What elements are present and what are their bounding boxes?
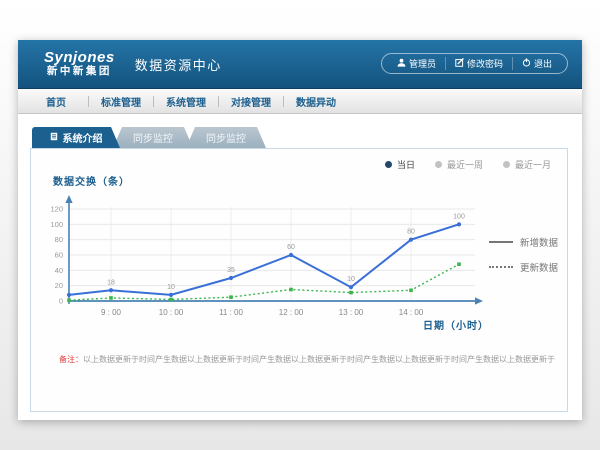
chart-legend: 新增数据 更新数据 [489,235,558,285]
tab-sync-monitor-2[interactable]: 同步监控 [186,127,266,148]
legend-label: 新增数据 [520,235,558,249]
edit-icon [455,58,464,69]
nav-item-system-mgmt[interactable]: 系统管理 [154,94,218,109]
change-password-button[interactable]: 修改密码 [445,57,512,70]
svg-text:0: 0 [59,297,63,306]
nav-item-home[interactable]: 首页 [24,94,88,109]
radio-label: 最近一月 [515,158,551,171]
admin-user-button[interactable]: 管理员 [388,57,445,70]
page-title: 数据资源中心 [135,55,222,74]
svg-text:10: 10 [167,284,175,291]
nav-item-interface-mgmt[interactable]: 对接管理 [219,94,283,109]
svg-text:40: 40 [55,266,63,275]
tab-label: 系统介绍 [63,130,103,145]
tab-bar: 系统介绍 同步监控 同步监控 [32,127,266,148]
svg-text:80: 80 [55,235,63,244]
radio-today[interactable]: 当日 [385,158,415,171]
radio-last-month[interactable]: 最近一月 [503,158,551,171]
logout-label: 退出 [534,57,552,70]
svg-text:18: 18 [107,279,115,286]
radio-dot-icon [435,161,442,168]
date-range-filter: 当日 最近一周 最近一月 [385,158,551,171]
tab-label: 同步监控 [133,130,173,145]
app-header: Synjones 新中新集团 数据资源中心 管理员 修改密码 退出 [18,40,582,89]
content-panel: 当日 最近一周 最近一月 数据交换（条） 0204060801001209 : … [30,148,568,412]
main-nav: 首页 标准管理 系统管理 对接管理 数据异动 [18,89,582,114]
line-chart: 0 20 40 60 80 100 120 9 : 00 10 : 00 11 : 00 12 : … [39,183,499,335]
svg-text:10: 10 [347,276,355,283]
svg-text:100: 100 [50,220,63,229]
nav-item-standard-mgmt[interactable]: 标准管理 [89,94,153,109]
tab-sync-monitor-1[interactable]: 同步监控 [113,127,193,148]
header-actions: 管理员 修改密码 退出 [381,53,568,74]
svg-text:100: 100 [453,213,465,220]
solid-line-swatch [489,241,513,243]
svg-text:60: 60 [55,251,63,260]
svg-text:10 : 00: 10 : 00 [159,308,184,317]
note-prefix: 备注： [59,355,83,364]
legend-label: 更新数据 [520,260,558,274]
company-logo: Synjones 新中新集团 [44,50,115,78]
logo-subtitle: 新中新集团 [44,66,115,78]
svg-text:12 : 00: 12 : 00 [279,308,304,317]
user-icon [397,58,406,69]
footer-note: 备注：以上数据更新于时间产生数据以上数据更新于时间产生数据以上数据更新于时间产生… [59,354,559,365]
radio-label: 当日 [397,158,415,171]
legend-item-update-data: 更新数据 [489,260,558,274]
change-password-label: 修改密码 [467,57,503,70]
svg-text:60: 60 [287,244,295,251]
tab-system-intro[interactable]: 系统介绍 [32,127,120,148]
radio-last-week[interactable]: 最近一周 [435,158,483,171]
svg-text:11 : 00: 11 : 00 [219,308,243,317]
svg-text:35: 35 [227,267,235,274]
tab-label: 同步监控 [206,130,246,145]
svg-text:13 : 00: 13 : 00 [339,308,364,317]
power-icon [522,58,531,69]
radio-dot-icon [385,161,392,168]
app-window: Synjones 新中新集团 数据资源中心 管理员 修改密码 退出 [18,40,582,420]
svg-text:9 : 00: 9 : 00 [101,308,122,317]
radio-label: 最近一周 [447,158,483,171]
dotted-line-swatch [489,266,513,268]
note-text: 以上数据更新于时间产生数据以上数据更新于时间产生数据以上数据更新于时间产生数据以… [83,355,555,364]
svg-text:日期（小时）: 日期（小时） [423,319,489,332]
svg-text:14 : 00: 14 : 00 [399,308,424,317]
legend-item-new-data: 新增数据 [489,235,558,249]
svg-text:20: 20 [55,281,63,290]
svg-text:120: 120 [50,205,63,214]
logout-button[interactable]: 退出 [512,57,561,70]
document-icon [50,132,58,144]
nav-item-data-change[interactable]: 数据异动 [284,94,348,109]
logo-title: Synjones [44,50,115,67]
radio-dot-icon [503,161,510,168]
admin-user-label: 管理员 [409,57,436,70]
svg-text:80: 80 [407,229,415,236]
